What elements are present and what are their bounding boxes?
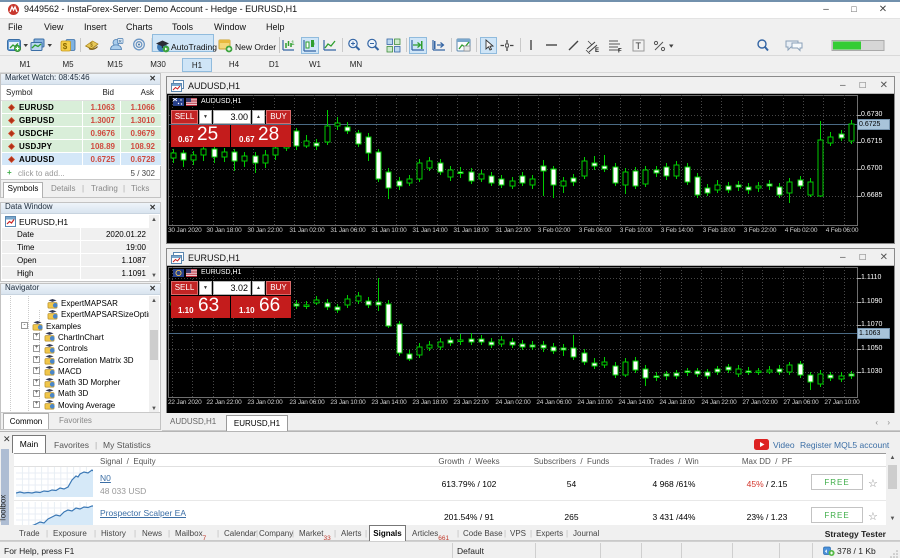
svg-text:E: E	[595, 48, 599, 54]
svg-text:T: T	[636, 41, 642, 51]
svg-text:$: $	[90, 43, 93, 49]
svg-text:$: $	[63, 42, 68, 51]
svg-text:1: 1	[291, 40, 295, 47]
svg-text:0: 0	[311, 41, 315, 48]
svg-text:F: F	[618, 49, 622, 55]
